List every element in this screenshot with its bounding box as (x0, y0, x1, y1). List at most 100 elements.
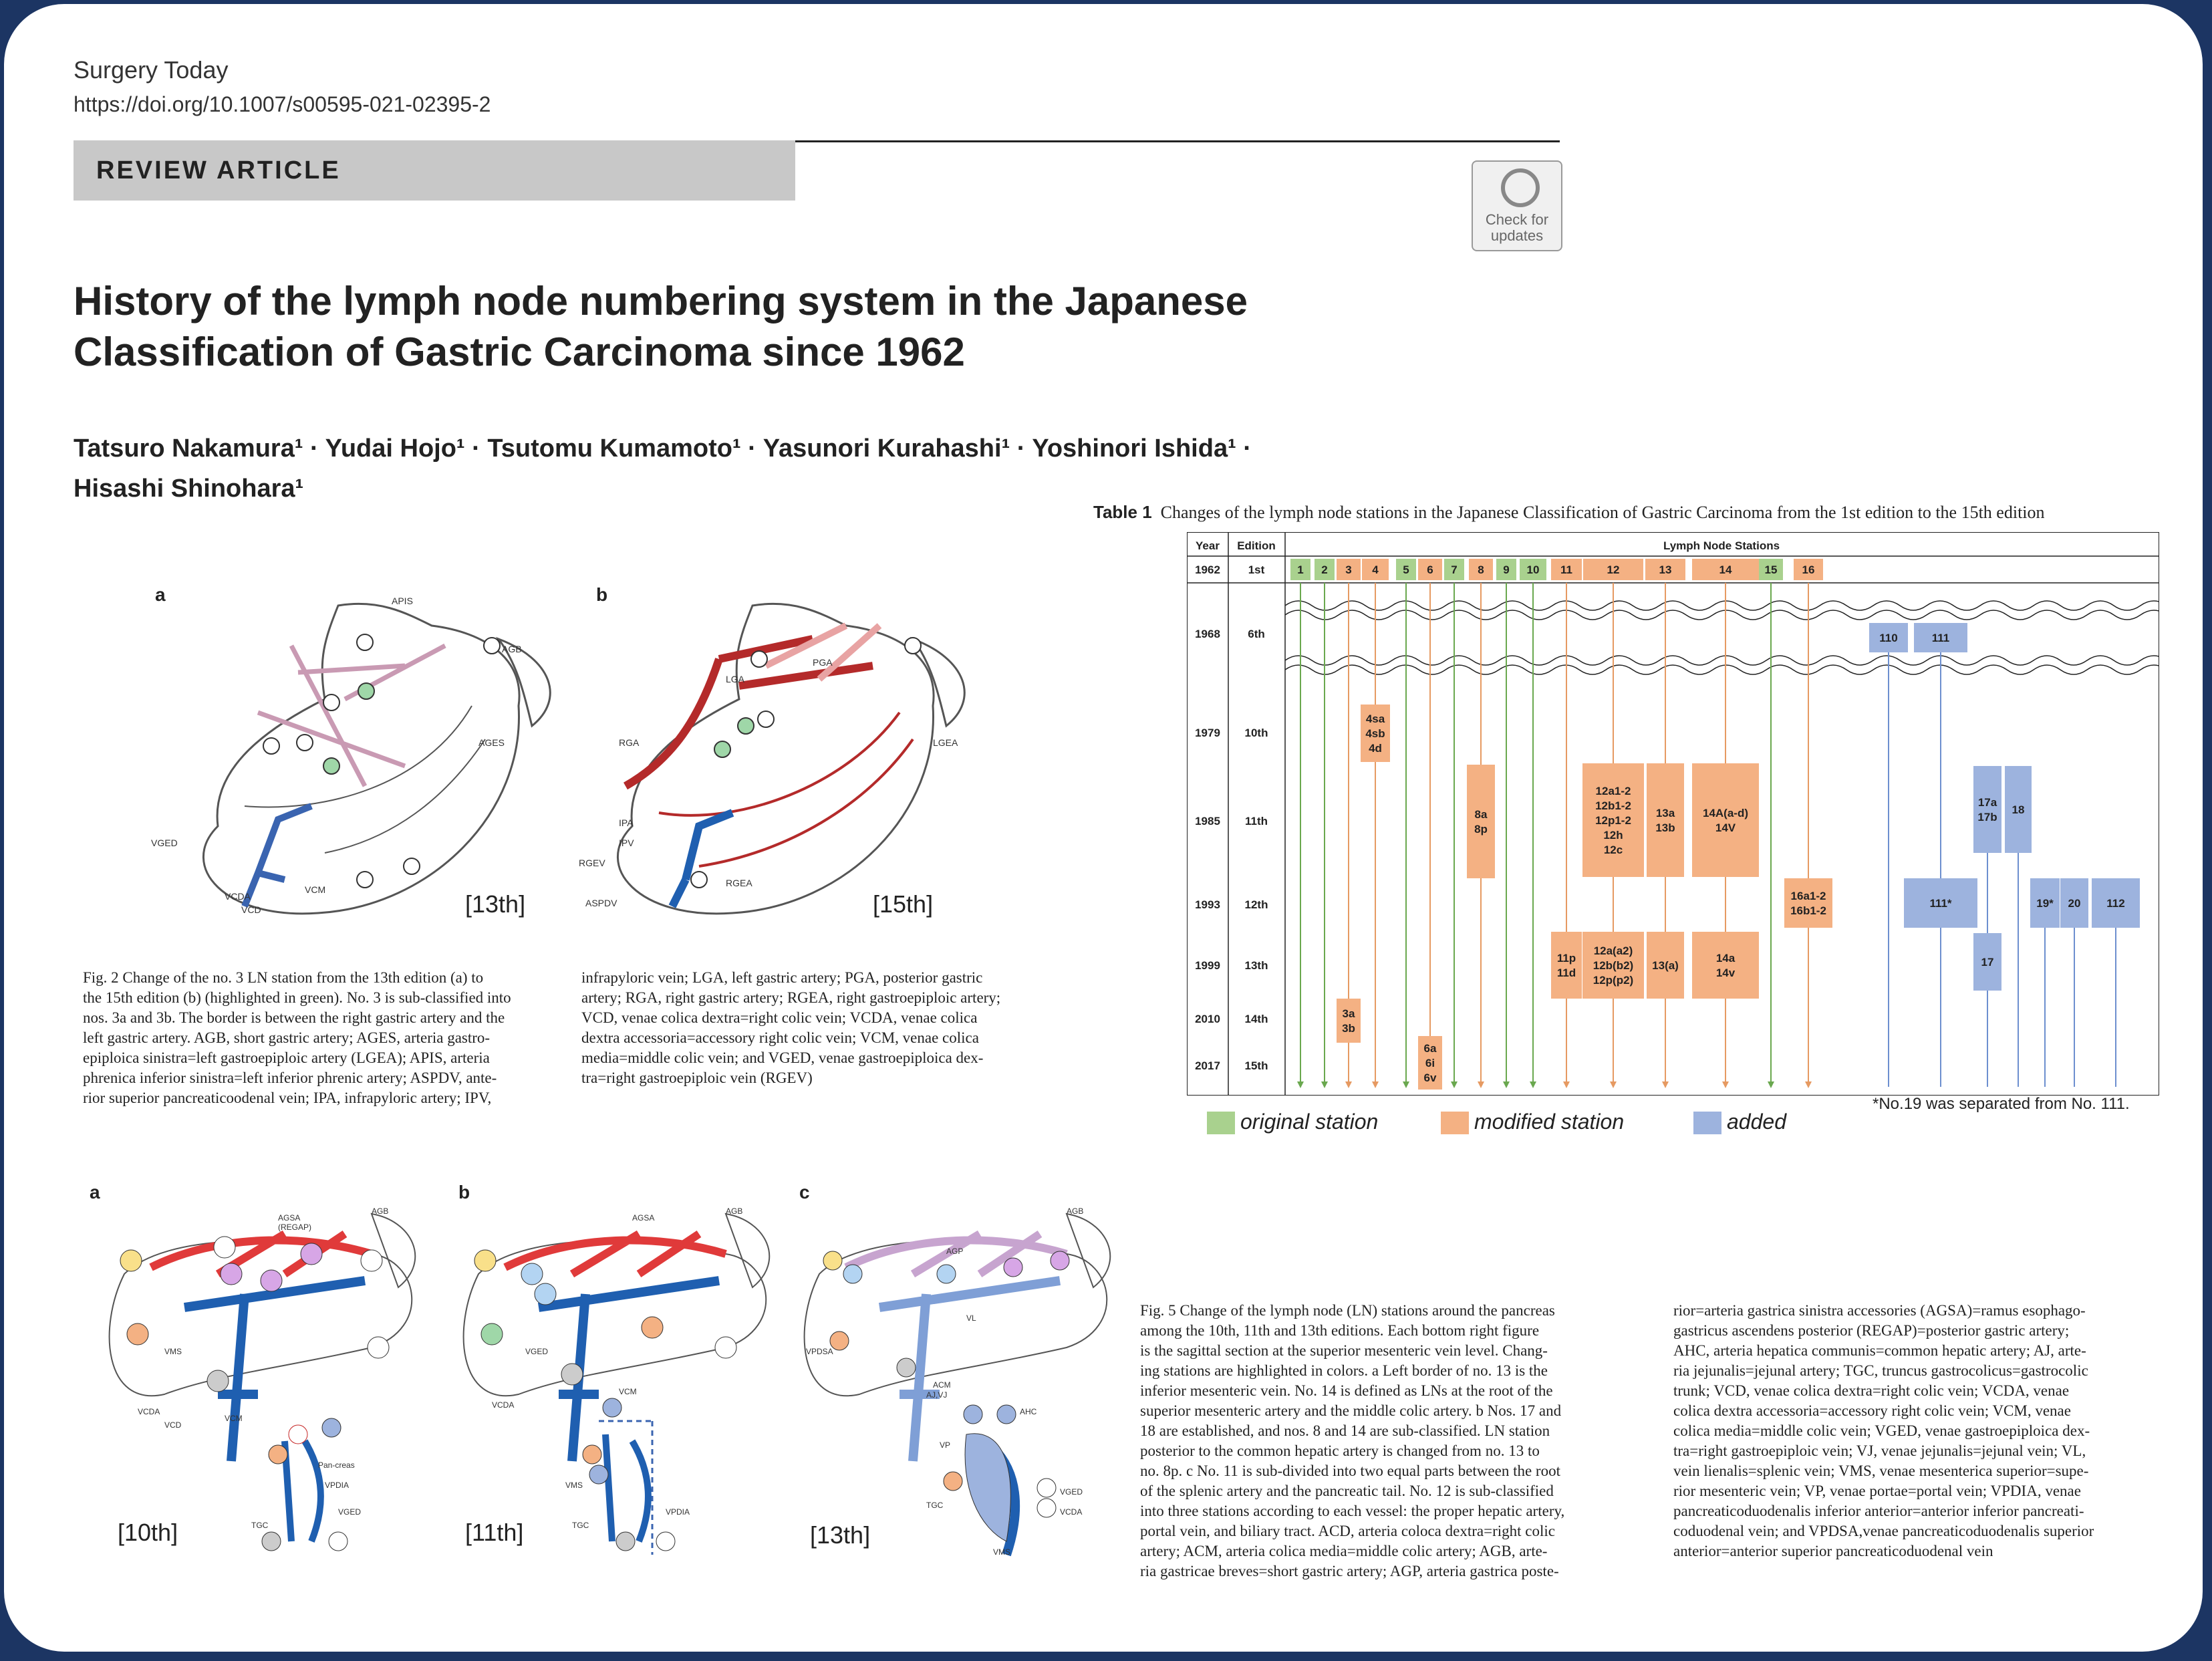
table1-change-label: 12h (1603, 829, 1623, 842)
table1-station-arrowhead (1403, 1081, 1409, 1088)
legend-swatch-added (1693, 1112, 1721, 1134)
table1-station-label: 2 (1321, 563, 1327, 576)
table1-change-label: 8a (1475, 808, 1488, 821)
fig5-caption-line: ria jejunalis=jejunal artery; TGC, trunc… (1673, 1362, 2088, 1379)
table1-station-arrowhead (1345, 1081, 1352, 1088)
article-type-banner: REVIEW ARTICLE (74, 140, 795, 201)
table1-change-label: 6i (1425, 1057, 1435, 1069)
fig5-c-label-vged: VGED (1060, 1487, 1083, 1497)
table1-break-line (1284, 655, 2159, 666)
fig2-b-label-ipa: IPA (619, 817, 634, 828)
paper-page: Surgery Today https://doi.org/10.1007/s0… (4, 4, 2203, 1652)
fig5-c-label-vms: VMS (993, 1547, 1010, 1557)
table1-edition-cell: 15th (1245, 1059, 1268, 1072)
fig5-caption-line: colica dextra accessoria=accessory right… (1673, 1402, 2071, 1419)
table1-header-stations: Lymph Node Stations (1663, 539, 1780, 552)
table1-break-line (1284, 600, 2159, 611)
fig5-caption-line: artery; ACM, arteria colica media=middle… (1140, 1543, 1548, 1559)
table1-year-cell: 1968 (1195, 628, 1220, 640)
fig2-b-label-aspdv: ASPDV (585, 898, 617, 908)
fig5-caption-line: of the splenic artery and the pancreatic… (1140, 1483, 1554, 1499)
fig5-panel-a-illustration: AGSA (REGAP) AGB VMS VCD VCM VCDA TGC VG… (108, 1206, 416, 1551)
table1-change-label: 16b1-2 (1790, 904, 1826, 917)
fig5-caption-line: among the 10th, 11th and 13th editions. … (1140, 1322, 1540, 1339)
table1-change-label: 14V (1715, 821, 1736, 834)
fig2-b-label-lga: LGA (726, 674, 745, 684)
fig5-caption-line: inferior mesenteric vein. No. 14 is defi… (1140, 1382, 1553, 1399)
fig2-a-label-apis: APIS (392, 596, 413, 606)
table1-change-label: 14A(a-d) (1703, 807, 1748, 819)
fig5-a-label-vcd: VCD (164, 1420, 182, 1430)
table1-change-label: 12a(a2) (1594, 944, 1633, 957)
table1-change-label: 112 (2106, 897, 2124, 910)
table1-year-cell: 1985 (1195, 815, 1220, 827)
fig5-b-label-vpdia: VPDIA (666, 1507, 690, 1517)
table1-station-arrowhead (1610, 1081, 1617, 1088)
legend-swatch-modified (1441, 1112, 1469, 1134)
table1-station-arrowhead (1451, 1081, 1458, 1088)
table1-change-box (1973, 766, 2001, 853)
article-type-label: REVIEW ARTICLE (96, 156, 341, 184)
table1-year-cell: 2010 (1195, 1013, 1220, 1025)
table1-station-arrowhead (1662, 1081, 1669, 1088)
table1-change-label: 6v (1424, 1071, 1437, 1084)
table1-year-cell: 1993 (1195, 898, 1220, 911)
table1-station-arrowhead (1530, 1081, 1536, 1088)
check-updates-line-1: Check for (1485, 211, 1549, 228)
fig5-panel-c-edition: [13th] (810, 1521, 871, 1549)
fig2-caption-line: nos. 3a and 3b. The border is between th… (83, 1009, 505, 1026)
fig5-caption-line: into three stations according to each ve… (1140, 1503, 1565, 1519)
fig2-caption-right: infrapyloric vein; LGA, left gastric art… (581, 968, 1049, 1088)
table1-text: Year Edition Lymph Node Stations1962 1st196… (1195, 539, 2125, 1084)
fig5-caption-line: AHC, arteria hepatica communis=common he… (1673, 1342, 2086, 1359)
fig5-a-label-regap: (REGAP) (278, 1223, 311, 1232)
table1-station-arrowhead (1297, 1081, 1304, 1088)
fig2-caption-line: epiploica sinistra=left gastroepiploic a… (83, 1049, 490, 1066)
table1-footnote: *No.19 was separated from No. 111. (1873, 1095, 2130, 1113)
table1-change-label: 14v (1716, 967, 1736, 979)
fig5-caption-line: anterior=anterior superior pancreaticodu… (1673, 1543, 1993, 1559)
table1-header-year: Year (1196, 539, 1220, 552)
table1-change-label: 14a (1716, 952, 1736, 965)
table1-station-label: 16 (1802, 563, 1815, 576)
fig5-caption-line: gastricus ascendens posterior (REGAP)=po… (1673, 1322, 2070, 1339)
fig5-caption-left: Fig. 5 Change of the lymph node (LN) sta… (1140, 1301, 1635, 1581)
table1-change-label: 13b (1655, 821, 1675, 834)
table1-change-label: 4sb (1365, 727, 1385, 740)
fig5-b-label-vcm: VCM (619, 1387, 637, 1396)
fig5-panel-c-illustration: AGP AGB VL VPDSA ACM AJ,VJ AHC VP TGC VG… (803, 1206, 1111, 1557)
table1-change-label: 13a (1656, 807, 1675, 819)
table1-change-label: 3b (1342, 1022, 1355, 1035)
fig2-panel-b-illustration: LGA PGA RGA LGEA IPA IPV RGEV ASPDV RGEA (579, 602, 966, 915)
fig2-b-label-lgea: LGEA (933, 737, 958, 748)
header-rule (795, 140, 1560, 142)
table1-change-label: 111* (1929, 897, 1951, 910)
fig5-a-label-vms: VMS (164, 1347, 182, 1356)
table1-caption-label: Table 1 (1093, 502, 1152, 522)
table1-station-label: 6 (1427, 563, 1433, 576)
fig5-caption-line: no. 8p. c No. 11 is sub-divided into two… (1140, 1462, 1560, 1479)
fig5-b-label-agsa: AGSA (632, 1213, 654, 1223)
table1-edition-cell: 14th (1245, 1013, 1268, 1025)
fig2-panel-a-edition: [13th] (465, 890, 526, 918)
check-for-updates-badge[interactable]: Check for updates (1472, 160, 1562, 251)
table1-station-label: 13 (1659, 563, 1672, 576)
table1-change-label: 111 (1932, 632, 1950, 644)
fig5-caption-line: portal vein, and biliary tract. ACD, art… (1140, 1523, 1555, 1539)
fig2-a-label-vcm: VCM (305, 884, 325, 895)
fig5-c-label-acm: ACM (933, 1380, 951, 1390)
fig2-a-label-vged: VGED (151, 838, 178, 848)
doi-link[interactable]: https://doi.org/10.1007/s00595-021-02395… (74, 92, 491, 117)
table1-change-label: 17b (1977, 811, 1997, 823)
table1-change-label: 8p (1474, 823, 1488, 836)
table1-change-label: 3a (1343, 1007, 1355, 1020)
table1-station-label: 14 (1719, 563, 1732, 576)
table1-change-label: 12c (1604, 844, 1623, 856)
table1-station-arrowhead (1805, 1081, 1812, 1088)
fig2-a-label-vcda: VCDA (225, 891, 251, 902)
table1-edition-cell: 13th (1245, 959, 1268, 972)
fig5-caption-line: rior mesenteric vein; VP, venae portae=p… (1673, 1483, 2081, 1499)
table1-year-cell: 1999 (1195, 959, 1220, 972)
table1-break-line (1284, 610, 2159, 620)
table1-station-label: 7 (1451, 563, 1457, 576)
